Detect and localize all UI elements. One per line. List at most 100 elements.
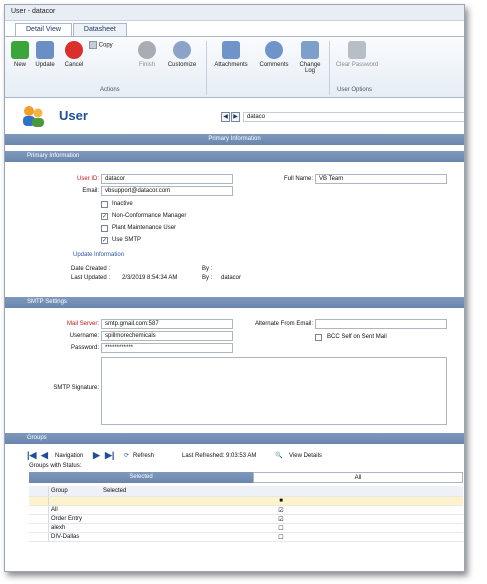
inactive-checkbox[interactable] (101, 201, 108, 208)
alternate-from-email-field[interactable] (315, 319, 447, 329)
next-icon[interactable]: ▶ (93, 450, 100, 461)
customize-button[interactable]: Customize (162, 41, 202, 68)
paperclip-icon (222, 41, 240, 59)
comments-button[interactable]: Comments (255, 41, 293, 68)
user-id-label: User ID: (76, 176, 99, 182)
password-field[interactable]: ************ (101, 343, 233, 353)
smtp-signature-label: SMTP Signature: (53, 385, 99, 391)
tab-datasheet[interactable]: Datasheet (72, 23, 127, 36)
grid-settings-icon[interactable] (29, 486, 49, 496)
bcc-self-label: BCC Self on Sent Mail (327, 334, 387, 340)
next-record-button[interactable]: ▶ (231, 112, 240, 122)
primary-info-bar: Primary Information (5, 134, 464, 145)
primary-section: User ID: datacor Email: vbsupport@dataco… (5, 163, 464, 296)
created-by-label: By : (202, 266, 213, 272)
mail-server-field[interactable]: smtp.gmail.com:587 (101, 319, 233, 329)
record-selector-input[interactable]: dataco (243, 112, 464, 122)
clear-password-icon (348, 41, 366, 59)
groups-grid: Group Selected ■ All ☑ Order Entry ☑ ale… (29, 486, 463, 542)
copy-icon (89, 41, 97, 49)
email-label: Email: (82, 188, 99, 194)
smtp-section-header[interactable]: SMTP Settings (5, 297, 464, 308)
selected-checkbox-checked[interactable]: ☑ (99, 516, 463, 523)
smtp-signature-field[interactable] (101, 357, 447, 425)
table-row[interactable]: alexh ☐ (29, 524, 463, 533)
previous-icon[interactable]: ◀ (41, 450, 48, 461)
table-row[interactable]: ■ (29, 497, 463, 506)
groups-with-status-label: Groups with Status: (29, 463, 82, 469)
grid-header-row: Group Selected (29, 486, 463, 497)
table-row[interactable]: All ☑ (29, 506, 463, 515)
table-row[interactable]: Order Entry ☑ (29, 515, 463, 524)
new-button[interactable]: New (9, 41, 31, 68)
last-refreshed-label: Last Refreshed: 9:03:53 AM (182, 453, 257, 459)
refresh-button[interactable]: Refresh (133, 453, 154, 459)
copy-button[interactable]: Copy (89, 41, 131, 49)
page-title: User (59, 108, 88, 123)
attachments-button[interactable]: Attachments (209, 41, 253, 68)
finish-button[interactable]: Finish (135, 41, 159, 68)
mail-server-label: Mail Server: (66, 321, 99, 327)
view-details-button[interactable]: View Details (289, 453, 322, 459)
view-tabs: Detail View Datasheet (15, 23, 128, 36)
non-conformance-manager-checkbox[interactable]: ✓ (101, 213, 108, 220)
clear-password-button[interactable]: Clear Password (335, 41, 379, 68)
selected-checkbox-empty[interactable]: ☐ (99, 534, 463, 541)
filter-tab-selected[interactable]: Selected (29, 472, 253, 483)
plant-maintenance-user-checkbox[interactable] (101, 225, 108, 232)
date-created-label: Date Created : (71, 266, 111, 272)
navigation-label: Navigation (55, 453, 84, 459)
ribbon: New Update Cancel Copy Finish Customize … (5, 36, 464, 98)
username-field[interactable]: spillmorechemicals (101, 331, 233, 341)
plant-maintenance-user-label: Plant Maintenance User (112, 225, 177, 231)
refresh-icon[interactable]: ⟳ (124, 452, 129, 459)
groups-section-header[interactable]: Groups (5, 433, 464, 444)
use-smtp-checkbox[interactable]: ✓ (101, 237, 108, 244)
change-log-button[interactable]: Change Log (295, 41, 325, 74)
filter-tab-all[interactable]: All (253, 472, 463, 483)
full-name-label: Full Name: (283, 176, 313, 182)
search-document-icon (301, 41, 319, 59)
updated-by-value: datacor (221, 275, 242, 281)
previous-record-button[interactable]: ◀ (221, 112, 230, 122)
users-icon (21, 105, 45, 127)
record-nav: ◀ ▶ (221, 112, 241, 122)
primary-section-header[interactable]: Primary Information (5, 151, 464, 162)
edit-icon (36, 41, 54, 59)
column-header-selected[interactable]: Selected (99, 488, 463, 494)
magnifier-icon: 🔍 (275, 453, 283, 459)
ribbon-separator (206, 41, 207, 95)
smtp-section: Mail Server: smtp.gmail.com:587 Username… (5, 309, 464, 431)
email-field[interactable]: vbsupport@datacor.com (101, 186, 233, 196)
plus-icon (11, 41, 29, 59)
cancel-icon (65, 41, 83, 59)
selected-checkbox-partial[interactable]: ■ (99, 498, 463, 504)
table-row[interactable]: DIV-Dallas ☐ (29, 533, 463, 542)
selected-checkbox-checked[interactable]: ☑ (99, 507, 463, 514)
selected-checkbox-empty[interactable]: ☐ (99, 525, 463, 532)
info-icon (265, 41, 283, 59)
cancel-button[interactable]: Cancel (61, 41, 87, 68)
record-header: User ◀ ▶ dataco (5, 100, 464, 134)
non-conformance-manager-label: Non-Conformance Manager (112, 213, 187, 219)
update-button[interactable]: Update (32, 41, 58, 68)
last-updated-value: 2/3/2019 8:54:34 AM (122, 275, 178, 281)
check-circle-icon (138, 41, 156, 59)
group-label-user-options: User Options (337, 87, 373, 93)
column-header-group[interactable]: Group (49, 488, 99, 494)
last-updated-label: Last Updated : (71, 275, 111, 281)
update-information-heading: Update Information (73, 252, 125, 258)
full-name-field[interactable]: VB Team (315, 174, 447, 184)
window-title: User - datacor (5, 5, 464, 21)
password-label: Password: (70, 345, 99, 351)
bcc-self-checkbox[interactable] (315, 334, 322, 341)
first-record-icon[interactable]: |◀ (27, 450, 36, 461)
last-record-icon[interactable]: ▶| (105, 450, 114, 461)
user-id-field[interactable]: datacor (101, 174, 233, 184)
updated-by-label: By : (202, 275, 213, 281)
use-smtp-label: Use SMTP (112, 237, 142, 243)
ribbon-separator (329, 41, 330, 95)
app-window: User - datacor Detail View Datasheet New… (4, 4, 465, 572)
tab-detail-view[interactable]: Detail View (15, 23, 72, 36)
alternate-from-email-label: Alternate From Email: (254, 321, 313, 327)
